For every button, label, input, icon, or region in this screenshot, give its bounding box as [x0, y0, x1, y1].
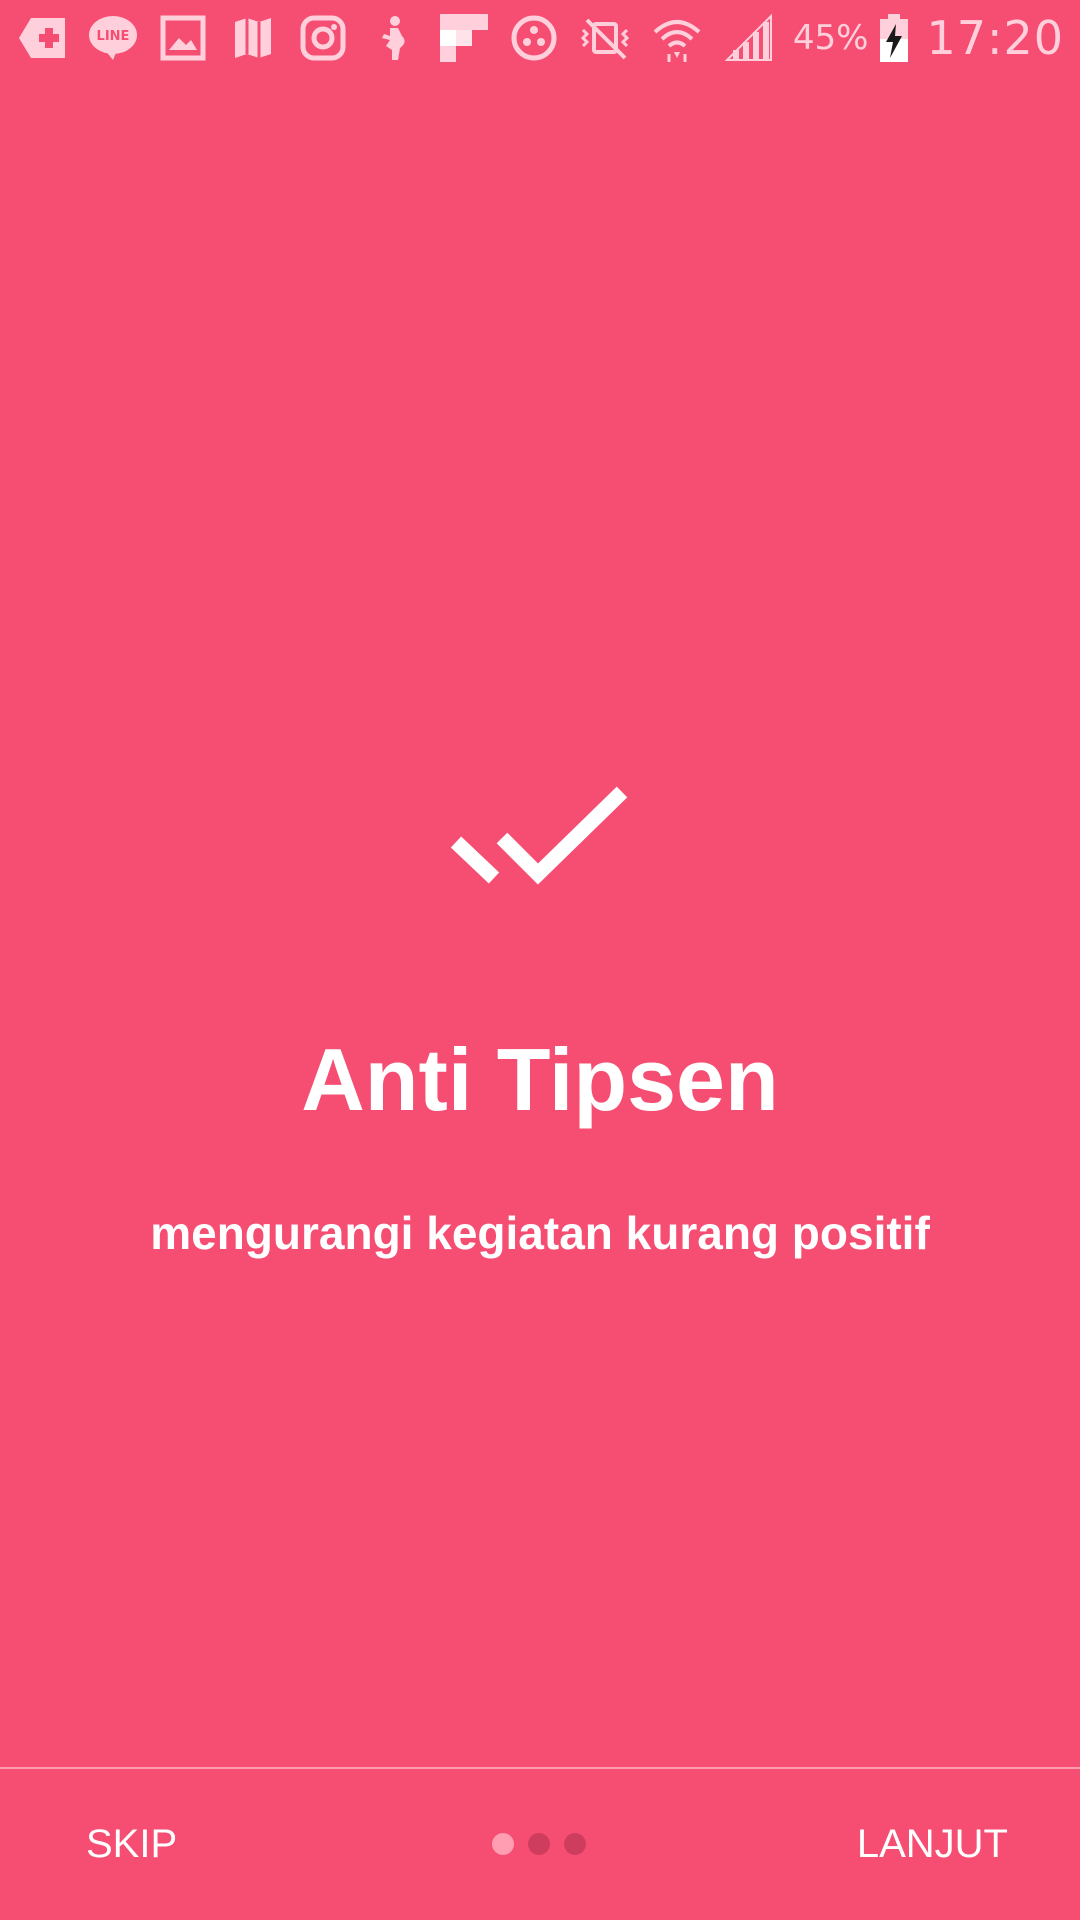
- skip-button[interactable]: SKIP: [60, 1809, 203, 1879]
- page-dot-2: [528, 1833, 550, 1855]
- onboarding-title: Anti Tipsen: [301, 1030, 779, 1129]
- medical-app-icon: [16, 10, 70, 66]
- flipboard-icon: [437, 10, 491, 66]
- system-status: 45% 17:20: [577, 10, 1064, 66]
- status-bar: LINE 45% 17:20: [0, 0, 1080, 76]
- next-button[interactable]: LANJUT: [835, 1809, 1030, 1879]
- battery-charging-icon: [876, 10, 912, 66]
- wifi-icon: [649, 10, 705, 66]
- map-icon: [226, 10, 280, 66]
- instagram-icon: [296, 10, 350, 66]
- page-dot-3: [564, 1833, 586, 1855]
- onboarding-subtitle: mengurangi kegiatan kurang positif: [150, 1207, 930, 1259]
- clock: 17:20: [926, 11, 1065, 65]
- vibrate-off-icon: [577, 10, 633, 66]
- bowling-app-icon: [507, 10, 561, 66]
- line-app-icon: LINE: [86, 10, 140, 66]
- pregnancy-app-icon: [367, 10, 421, 66]
- onboarding-nav: SKIP LANJUT: [0, 1769, 1080, 1920]
- gallery-icon: [156, 10, 210, 66]
- double-check-icon: [450, 780, 630, 890]
- page-dot-1: [492, 1833, 514, 1855]
- page-indicator: [492, 1833, 600, 1855]
- battery-percent: 45%: [792, 18, 869, 58]
- signal-icon: [721, 10, 777, 66]
- svg-text:LINE: LINE: [97, 29, 130, 44]
